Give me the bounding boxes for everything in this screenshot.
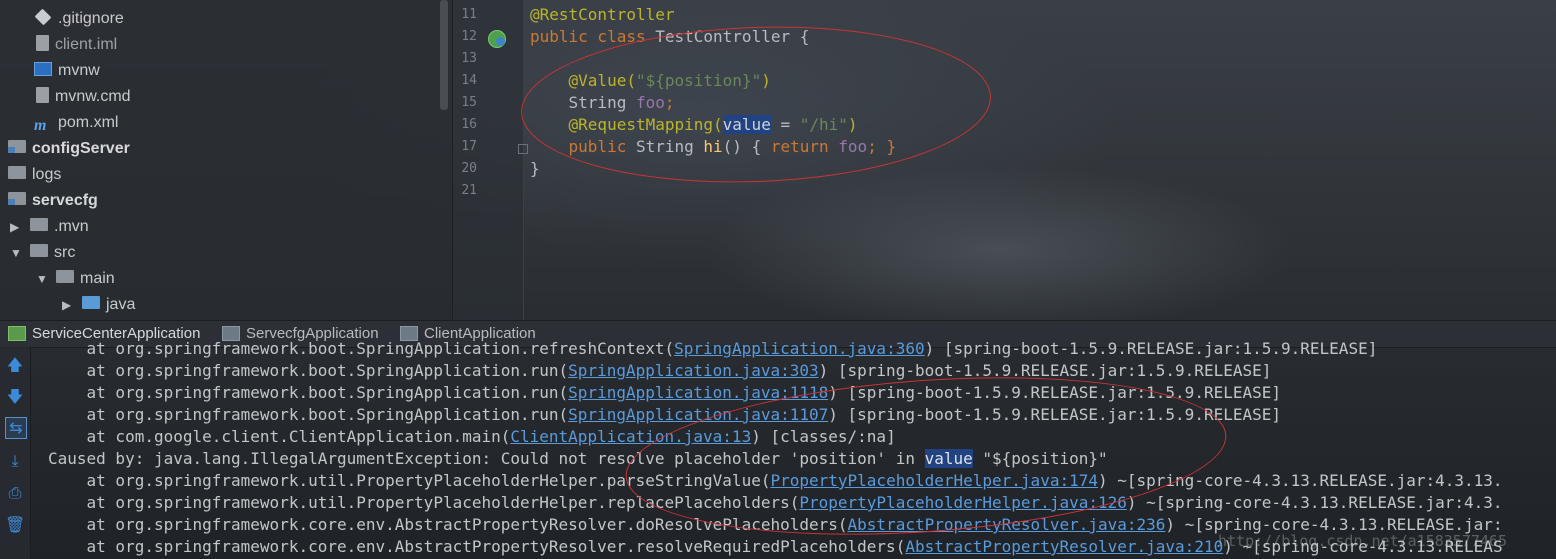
console-text: at org.springframework.boot.SpringApplic… — [48, 405, 569, 424]
console-text: at org.springframework.boot.SpringApplic… — [48, 339, 675, 358]
arrow-down-icon[interactable]: 🡇 — [5, 387, 25, 407]
console-toolbar: 🡅 🡇 ⇆ ⤓ ⎙ 🗑 — [0, 347, 31, 559]
source-link[interactable]: SpringApplication.java:360 — [674, 339, 924, 358]
annotation: @RestController — [530, 5, 675, 24]
tree-item-label: mvnw — [58, 62, 100, 79]
arrow-up-icon[interactable]: 🡅 — [5, 355, 25, 375]
tree-item-servecfg[interactable]: servecfg — [8, 188, 98, 214]
folder-icon — [8, 166, 26, 180]
tree-item-gitignore[interactable]: .gitignore — [34, 6, 124, 32]
console-line: at org.springframework.boot.SpringApplic… — [48, 338, 1378, 360]
console-text: at com.google.client.ClientApplication.m… — [48, 427, 511, 446]
project-tree: .gitignore client.iml mvnw mvnw.cmd m pom… — [0, 0, 453, 320]
tree-item-main[interactable]: ▼ main — [36, 266, 115, 292]
folder-icon — [30, 218, 48, 232]
line-number: 15 — [461, 95, 477, 110]
console-line: at org.springframework.boot.SpringApplic… — [48, 360, 1272, 382]
tree-item-client-iml[interactable]: client.iml — [36, 32, 117, 58]
tree-item-label: client.iml — [55, 36, 118, 53]
trash-icon[interactable]: 🗑 — [5, 515, 25, 535]
tree-item-label: pom.xml — [58, 114, 119, 131]
tree-item-label: .mvn — [54, 218, 89, 235]
spring-bean-icon[interactable] — [488, 30, 506, 48]
tree-item-mvnw-cmd[interactable]: mvnw.cmd — [36, 84, 131, 110]
line-number: 13 — [461, 51, 477, 66]
folder-icon — [56, 270, 74, 284]
console-text: at org.springframework.boot.SpringApplic… — [48, 383, 569, 402]
tree-item-label: mvnw.cmd — [55, 88, 131, 105]
console-text: ) [spring-boot-1.5.9.RELEASE.jar:1.5.9.R… — [818, 361, 1272, 380]
tree-item-logs[interactable]: logs — [8, 162, 61, 188]
cmd-file-icon — [36, 86, 49, 103]
tree-item-label: logs — [32, 166, 62, 183]
line-number: 16 — [461, 117, 477, 132]
module-folder-icon — [8, 192, 26, 206]
module-folder-icon — [8, 140, 26, 154]
git-file-icon — [34, 8, 52, 26]
scroll-to-end-icon[interactable]: ⤓ — [5, 451, 25, 471]
tree-item-mvnw[interactable]: mvnw — [34, 58, 100, 84]
tree-item-label: main — [80, 270, 115, 287]
tree-item-java[interactable]: ▶ java — [62, 292, 135, 318]
iml-file-icon — [36, 34, 49, 51]
spring-boot-icon — [8, 325, 26, 341]
code-line-20[interactable]: } — [530, 158, 540, 180]
line-number: 21 — [461, 183, 477, 198]
terminal-file-icon — [34, 61, 52, 76]
closing-brace: } — [530, 159, 540, 178]
tree-item-src[interactable]: ▼ src — [10, 240, 75, 266]
line-number: 12 — [461, 29, 477, 44]
tree-scrollbar[interactable] — [440, 0, 448, 110]
line-number: 20 — [461, 161, 477, 176]
collapse-arrow-icon[interactable]: ▼ — [36, 266, 50, 292]
tree-item-mvn[interactable]: ▶ .mvn — [10, 214, 89, 240]
tree-item-configserver[interactable]: configServer — [8, 136, 130, 162]
line-number: 11 — [461, 7, 477, 22]
source-link[interactable]: AbstractPropertyResolver.java:210 — [905, 537, 1223, 556]
tree-item-label: src — [54, 244, 76, 261]
maven-icon: m — [34, 116, 47, 134]
soft-wrap-icon[interactable]: ⇆ — [5, 417, 27, 439]
line-number: 14 — [461, 73, 477, 88]
tree-item-label: java — [106, 296, 136, 313]
source-folder-icon — [82, 296, 100, 310]
folder-icon — [30, 244, 48, 258]
fold-icon[interactable] — [518, 144, 528, 154]
expand-arrow-icon[interactable]: ▶ — [10, 214, 24, 240]
collapse-arrow-icon[interactable]: ▼ — [10, 240, 24, 266]
print-icon[interactable]: ⎙ — [5, 483, 25, 503]
tree-item-label: .gitignore — [58, 10, 124, 27]
console-text: ) ~[spring-core-4.3.13.RELEASE.jar:4.3. — [1126, 493, 1503, 512]
source-link[interactable]: SpringApplication.java:303 — [568, 361, 818, 380]
tree-item-label: configServer — [32, 140, 130, 157]
console-text: at org.springframework.core.env.Abstract… — [48, 537, 906, 556]
console-text: ) [spring-boot-1.5.9.RELEASE.jar:1.5.9.R… — [924, 339, 1378, 358]
watermark: http://blog.csdn.net/a1583577465 — [1218, 532, 1507, 550]
code-line-11[interactable]: @RestController — [530, 4, 675, 26]
console-text: at org.springframework.boot.SpringApplic… — [48, 361, 569, 380]
expand-arrow-icon[interactable]: ▶ — [62, 292, 76, 318]
tree-item-pom-xml[interactable]: m pom.xml — [34, 110, 118, 136]
line-number: 17 — [461, 139, 477, 154]
tree-item-label: servecfg — [32, 192, 98, 209]
